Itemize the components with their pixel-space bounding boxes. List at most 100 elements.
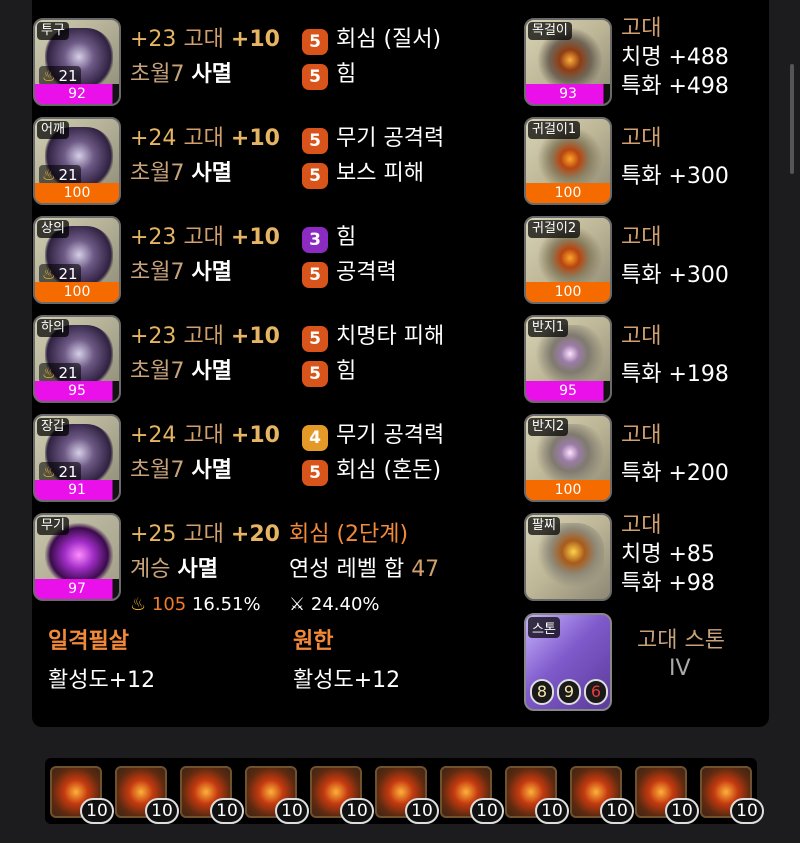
effect-name: 무기 공격력 — [336, 126, 445, 151]
set-effect-name: 원한 — [293, 629, 334, 654]
tier-badge: ♨ 21 — [39, 462, 81, 482]
gem-icon[interactable]: 10 — [505, 766, 569, 824]
weapon-percent: 24.40% — [310, 594, 380, 615]
effect-level-badge: 4 — [302, 425, 328, 451]
acc-stat: 특화 +98 — [621, 571, 715, 596]
item-grade: 고대 — [621, 324, 662, 349]
flame-icon: ♨ — [42, 463, 56, 481]
effect-name: 회심 (질서) — [336, 27, 442, 52]
slot-label: 스톤 — [528, 617, 560, 638]
flame-icon: ♨ — [42, 364, 56, 382]
gem-level: 10 — [535, 798, 569, 824]
item-grade: 고대 — [621, 16, 662, 41]
acc-slot-ring1[interactable]: 반지1 95 — [524, 315, 612, 403]
quality-bar: 100 — [35, 183, 119, 203]
acc-stat: 특화 +300 — [621, 164, 729, 189]
effect-level-badge: 5 — [302, 163, 328, 189]
gem-level: 10 — [275, 798, 309, 824]
honing-line: +23 고대 +10 — [130, 224, 280, 252]
gem-level: 10 — [600, 798, 634, 824]
quality-bar: 100 — [526, 183, 610, 203]
honing-level: +24 — [130, 126, 177, 151]
flame-icon: ♨ — [42, 67, 56, 85]
set-level: 초월7 — [130, 359, 185, 384]
equip-slot-pants[interactable]: 하의 ♨ 21 95 — [33, 315, 121, 403]
equip-slot-weapon[interactable]: 무기 97 — [33, 513, 121, 601]
effect-level-badge: 3 — [302, 227, 328, 253]
acc-stat: 특화 +498 — [621, 74, 729, 99]
gem-icon[interactable]: 10 — [570, 766, 634, 824]
item-grade: 고대 — [183, 225, 224, 250]
gem-level: 10 — [145, 798, 179, 824]
slot-label: 팔찌 — [528, 517, 560, 535]
effect-name: 보스 피해 — [336, 161, 424, 186]
effect-level-badge: 5 — [302, 64, 328, 90]
effect-name: 힘 — [336, 62, 357, 87]
honing-level: +23 — [130, 225, 177, 250]
advanced-honing: +10 — [230, 126, 280, 151]
gem-level: 10 — [470, 798, 504, 824]
quality-bar: 95 — [35, 381, 119, 401]
gem-icon[interactable]: 10 — [440, 766, 504, 824]
effect-name: 치명타 피해 — [336, 324, 445, 349]
acc-slot-ring2[interactable]: 반지2 100 — [524, 414, 612, 502]
effect-level-badge: 5 — [302, 361, 328, 387]
quality-bar: 91 — [35, 480, 119, 500]
weapon-percent-line: ⚔ 24.40% — [289, 591, 380, 619]
quality-bar: 92 — [35, 84, 119, 104]
gem-icon[interactable]: 10 — [115, 766, 179, 824]
gem-icon[interactable]: 10 — [700, 766, 764, 824]
gem-icon[interactable]: 10 — [245, 766, 309, 824]
tier-value: 21 — [58, 265, 78, 283]
set-name: 사멸 — [191, 161, 232, 186]
tier-value: 21 — [58, 364, 78, 382]
set-line: 초월7 사멸 — [130, 160, 232, 188]
honing-level: +24 — [130, 423, 177, 448]
slot-label: 목걸이 — [528, 22, 572, 40]
honing-line: +25 고대 +20 — [130, 521, 280, 549]
acc-slot-bracelet[interactable]: 팔찌 — [524, 513, 612, 601]
gem-level: 10 — [730, 798, 764, 824]
honing-level: +23 — [130, 27, 177, 52]
slot-label: 무기 — [37, 517, 69, 535]
ability-stone-slot[interactable]: 스톤 8 9 6 — [524, 613, 612, 711]
slot-label: 반지2 — [528, 418, 569, 436]
scrollbar[interactable] — [790, 64, 794, 174]
item-grade: 고대 — [183, 27, 224, 52]
left-margin — [0, 0, 32, 727]
slot-label: 투구 — [37, 22, 69, 40]
gem-icon[interactable]: 10 — [635, 766, 699, 824]
quality-bar: 97 — [35, 579, 119, 599]
equip-slot-helmet[interactable]: 투구 ♨ 21 92 — [33, 18, 121, 106]
elixir-total: 연성 레벨 합 47 — [289, 556, 439, 584]
engrave-level: 6 — [584, 679, 608, 705]
gem-icon[interactable]: 10 — [375, 766, 439, 824]
item-grade: 고대 — [621, 126, 662, 151]
quality-bar: 95 — [526, 381, 610, 401]
equip-slot-shoulder[interactable]: 어깨 ♨ 21 100 — [33, 117, 121, 205]
gem-icon[interactable]: 10 — [180, 766, 244, 824]
gem-icon[interactable]: 10 — [310, 766, 374, 824]
flame-icon: ♨ — [42, 166, 56, 184]
set-name: 사멸 — [191, 62, 232, 87]
equip-slot-chest[interactable]: 상의 ♨ 21 100 — [33, 216, 121, 304]
set-level: 계승 — [130, 557, 171, 582]
gem-icon[interactable]: 10 — [50, 766, 114, 824]
effect-name: 힘 — [336, 359, 357, 384]
set-effect-value: 활성도+12 — [293, 668, 401, 693]
quality-bar: 93 — [526, 84, 610, 104]
honing-line: +24 고대 +10 — [130, 422, 280, 450]
set-effect-value: 활성도+12 — [48, 668, 156, 693]
gem-level: 10 — [210, 798, 244, 824]
tier-value: 21 — [58, 463, 78, 481]
transcend-percent: 16.51% — [191, 594, 261, 615]
item-grade: 고대 — [183, 324, 224, 349]
stone-tier: IV — [669, 656, 691, 681]
sword-icon: ⚔ — [289, 594, 306, 615]
acc-slot-necklace[interactable]: 목걸이 93 — [524, 18, 612, 106]
equip-slot-gloves[interactable]: 장갑 ♨ 21 91 — [33, 414, 121, 502]
acc-slot-earring1[interactable]: 귀걸이1 100 — [524, 117, 612, 205]
engrave-level: 8 — [530, 679, 554, 705]
item-grade: 고대 — [183, 522, 224, 547]
acc-slot-earring2[interactable]: 귀걸이2 100 — [524, 216, 612, 304]
